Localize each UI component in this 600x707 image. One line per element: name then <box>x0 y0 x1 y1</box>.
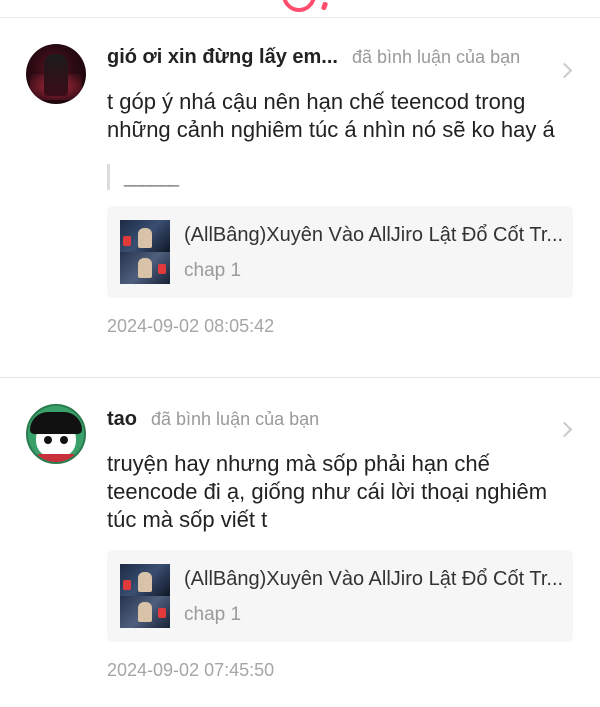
story-title: (AllBâng)Xuyên Vào AllJiro Lật Đổ Cốt Tr… <box>184 224 564 246</box>
smile-logo-icon <box>274 0 324 17</box>
quote-bar <box>107 164 110 190</box>
story-chapter: chap 1 <box>184 604 242 625</box>
avatar[interactable] <box>26 44 86 104</box>
timestamp: 2024-09-02 07:45:50 <box>107 660 275 680</box>
story-cover-image <box>120 220 170 284</box>
comment-header: gió ơi xin đừng lấy em... đã bình luận c… <box>107 42 574 72</box>
username[interactable]: gió ơi xin đừng lấy em... <box>107 46 338 69</box>
avatar-eye <box>60 436 68 444</box>
logo-mark-icon <box>320 1 329 11</box>
avatar-hair <box>30 412 82 434</box>
timestamp: 2024-09-02 08:05:42 <box>107 316 275 336</box>
story-cover-image <box>120 564 170 628</box>
comment-notification[interactable]: gió ơi xin đừng lấy em... đã bình luận c… <box>0 18 600 378</box>
avatar-shirt <box>38 454 74 462</box>
story-card[interactable]: (AllBâng)Xuyên Vào AllJiro Lật Đổ Cốt Tr… <box>107 550 573 642</box>
action-text: đã bình luận của bạn <box>151 408 320 429</box>
comment-notification[interactable]: tao đã bình luận của bạn truyện hay nhưn… <box>0 378 600 707</box>
story-card[interactable]: (AllBâng)Xuyên Vào AllJiro Lật Đổ Cốt Tr… <box>107 206 573 298</box>
comment-header: tao đã bình luận của bạn <box>107 404 574 434</box>
action-text: đã bình luận của bạn <box>351 46 521 67</box>
comment-text: truyện hay nhưng mà sốp phải hạn chế tee… <box>107 451 548 532</box>
quote-text: ______ <box>124 166 179 187</box>
avatar-eye <box>44 436 52 444</box>
story-title: (AllBâng)Xuyên Vào AllJiro Lật Đổ Cốt Tr… <box>184 568 564 590</box>
quoted-comment: ______ <box>107 164 574 190</box>
username[interactable]: tao <box>107 408 137 431</box>
avatar-figure <box>44 54 68 96</box>
story-chapter: chap 1 <box>184 260 242 281</box>
comment-text: t góp ý nhá cậu nên hạn chế teencod tron… <box>107 89 555 142</box>
top-header <box>0 0 600 18</box>
avatar[interactable] <box>26 404 86 464</box>
